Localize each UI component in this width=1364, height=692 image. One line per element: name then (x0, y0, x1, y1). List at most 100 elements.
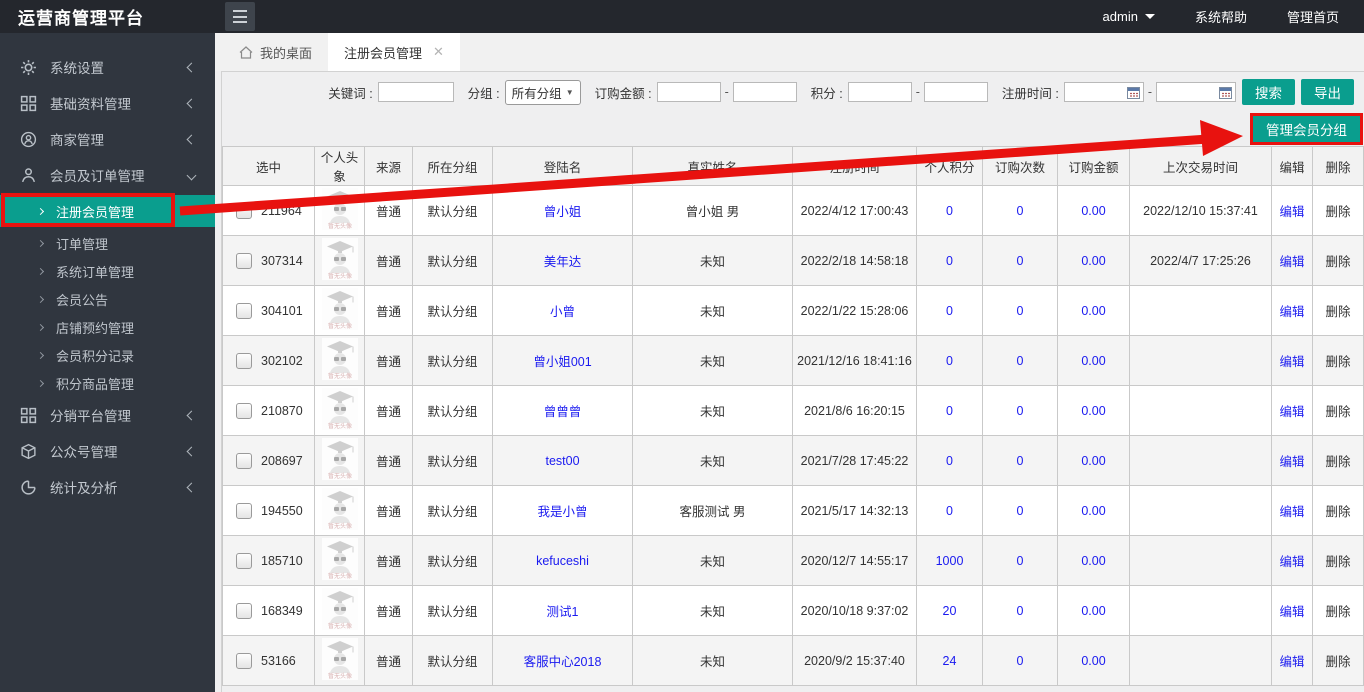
login-name-link[interactable]: 曾曾曾 (544, 405, 582, 419)
edit-link[interactable]: 编辑 (1279, 555, 1304, 569)
admin-home-link[interactable]: 管理首页 (1287, 7, 1339, 26)
points-link[interactable]: 0 (946, 354, 953, 368)
order-count-link[interactable]: 0 (1017, 604, 1024, 618)
points-link[interactable]: 0 (946, 454, 953, 468)
sidebar-item-1[interactable]: 基础资料管理 (0, 85, 215, 121)
delete-link[interactable]: 删除 (1325, 355, 1350, 369)
keyword-input[interactable] (377, 82, 454, 102)
order-amount-link[interactable]: 0.00 (1081, 204, 1105, 218)
delete-link[interactable]: 删除 (1325, 405, 1350, 419)
tab-my-desktop[interactable]: 我的桌面 (223, 33, 328, 71)
row-checkbox[interactable] (236, 652, 252, 669)
points-link[interactable]: 24 (943, 654, 957, 668)
points-link[interactable]: 0 (946, 404, 953, 418)
row-checkbox[interactable] (236, 552, 252, 569)
points-link[interactable]: 0 (946, 204, 953, 218)
edit-link[interactable]: 编辑 (1279, 305, 1304, 319)
delete-link[interactable]: 删除 (1325, 305, 1350, 319)
points-link[interactable]: 0 (946, 304, 953, 318)
login-name-link[interactable]: 曾小姐 (544, 205, 582, 219)
order-count-link[interactable]: 0 (1017, 404, 1024, 418)
login-name-link[interactable]: test00 (545, 454, 579, 468)
edit-link[interactable]: 编辑 (1279, 205, 1304, 219)
login-name-link[interactable]: 我是小曾 (537, 505, 587, 519)
order-amount-link[interactable]: 0.00 (1081, 554, 1105, 568)
export-button[interactable]: 导出 (1301, 79, 1354, 105)
edit-link[interactable]: 编辑 (1279, 605, 1304, 619)
delete-link[interactable]: 删除 (1325, 205, 1350, 219)
sidebar-item-11[interactable]: 分销平台管理 (0, 397, 215, 433)
delete-link[interactable]: 删除 (1325, 505, 1350, 519)
row-checkbox[interactable] (236, 602, 252, 619)
login-name-link[interactable]: kefuceshi (536, 554, 589, 568)
delete-link[interactable]: 删除 (1325, 255, 1350, 269)
points-to-input[interactable] (923, 82, 988, 102)
order-amount-link[interactable]: 0.00 (1081, 604, 1105, 618)
order-count-link[interactable]: 0 (1017, 304, 1024, 318)
edit-link[interactable]: 编辑 (1279, 405, 1304, 419)
amount-from-input[interactable] (656, 82, 721, 102)
sidebar-item-13[interactable]: 统计及分析 (0, 469, 215, 505)
sidebar-subitem-10[interactable]: 积分商品管理 (0, 369, 215, 397)
points-link[interactable]: 0 (946, 254, 953, 268)
sidebar-subitem-5[interactable]: 订单管理 (0, 229, 215, 257)
user-menu[interactable]: admin (1103, 9, 1155, 24)
tab-register-member-management[interactable]: 注册会员管理 ✕ (328, 33, 460, 71)
points-link[interactable]: 1000 (936, 554, 964, 568)
delete-link[interactable]: 删除 (1325, 605, 1350, 619)
delete-link[interactable]: 删除 (1325, 455, 1350, 469)
edit-link[interactable]: 编辑 (1279, 355, 1304, 369)
edit-link[interactable]: 编辑 (1279, 255, 1304, 269)
row-checkbox[interactable] (236, 502, 252, 519)
points-link[interactable]: 0 (946, 504, 953, 518)
order-count-link[interactable]: 0 (1017, 254, 1024, 268)
regtime-to-input[interactable] (1156, 82, 1236, 102)
sidebar-subitem-4[interactable]: 注册会员管理 (0, 195, 215, 227)
order-amount-link[interactable]: 0.00 (1081, 654, 1105, 668)
row-checkbox[interactable] (236, 352, 252, 369)
edit-link[interactable]: 编辑 (1279, 655, 1304, 669)
edit-link[interactable]: 编辑 (1279, 455, 1304, 469)
login-name-link[interactable]: 曾小姐001 (533, 355, 591, 369)
order-amount-link[interactable]: 0.00 (1081, 404, 1105, 418)
order-amount-link[interactable]: 0.00 (1081, 504, 1105, 518)
edit-link[interactable]: 编辑 (1279, 505, 1304, 519)
regtime-from-input[interactable] (1063, 82, 1144, 102)
delete-link[interactable]: 删除 (1325, 655, 1350, 669)
amount-to-input[interactable] (732, 82, 797, 102)
row-checkbox[interactable] (236, 402, 252, 419)
row-checkbox[interactable] (236, 302, 252, 319)
row-checkbox[interactable] (236, 452, 252, 469)
order-count-link[interactable]: 0 (1017, 554, 1024, 568)
order-count-link[interactable]: 0 (1017, 354, 1024, 368)
points-from-input[interactable] (847, 82, 912, 102)
sidebar-item-3[interactable]: 会员及订单管理 (0, 157, 215, 193)
menu-toggle-button[interactable] (225, 2, 255, 31)
sidebar-item-0[interactable]: 系统设置 (0, 49, 215, 85)
order-count-link[interactable]: 0 (1017, 454, 1024, 468)
order-amount-link[interactable]: 0.00 (1081, 254, 1105, 268)
close-icon[interactable]: ✕ (433, 44, 444, 60)
group-select[interactable]: 所有分组 ▼ (504, 79, 581, 105)
login-name-link[interactable]: 客服中心2018 (524, 655, 602, 669)
order-count-link[interactable]: 0 (1017, 654, 1024, 668)
sidebar-subitem-9[interactable]: 会员积分记录 (0, 341, 215, 369)
system-help-link[interactable]: 系统帮助 (1195, 7, 1247, 26)
login-name-link[interactable]: 美年达 (544, 255, 582, 269)
row-checkbox[interactable] (236, 202, 252, 219)
login-name-link[interactable]: 测试1 (547, 605, 579, 619)
sidebar-subitem-7[interactable]: 会员公告 (0, 285, 215, 313)
order-count-link[interactable]: 0 (1017, 204, 1024, 218)
row-checkbox[interactable] (236, 252, 252, 269)
sidebar-subitem-8[interactable]: 店铺预约管理 (0, 313, 215, 341)
sidebar-item-2[interactable]: 商家管理 (0, 121, 215, 157)
order-amount-link[interactable]: 0.00 (1081, 454, 1105, 468)
order-amount-link[interactable]: 0.00 (1081, 354, 1105, 368)
points-link[interactable]: 20 (943, 604, 957, 618)
login-name-link[interactable]: 小曾 (550, 305, 575, 319)
order-count-link[interactable]: 0 (1017, 504, 1024, 518)
search-button[interactable]: 搜索 (1242, 79, 1295, 105)
order-amount-link[interactable]: 0.00 (1081, 304, 1105, 318)
delete-link[interactable]: 删除 (1325, 555, 1350, 569)
sidebar-subitem-6[interactable]: 系统订单管理 (0, 257, 215, 285)
